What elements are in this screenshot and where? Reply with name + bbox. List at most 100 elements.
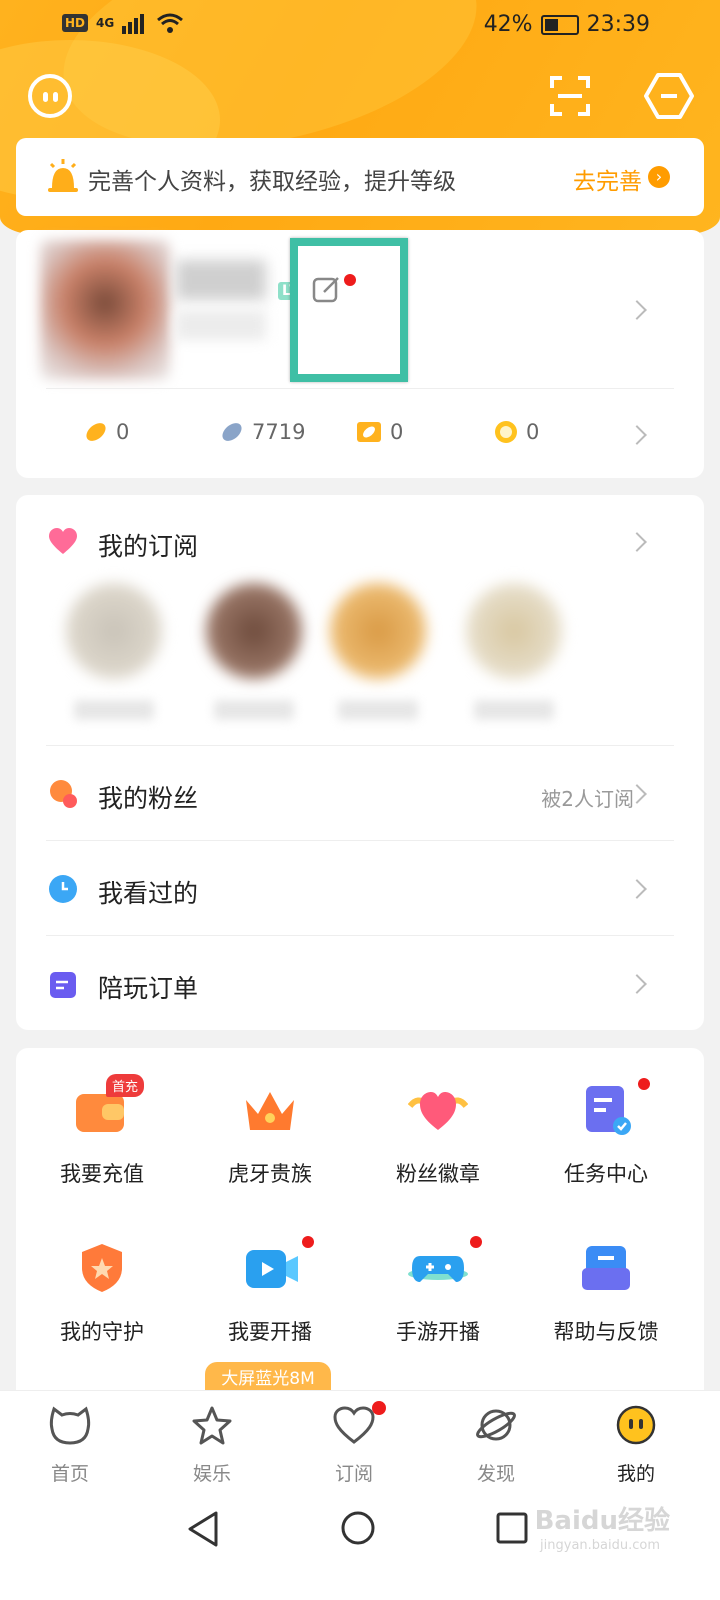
first-recharge-tag: 首充 xyxy=(106,1074,145,1097)
notification-dot xyxy=(344,274,356,286)
task-icon xyxy=(586,1086,631,1135)
battery-percent: 42% xyxy=(483,12,533,37)
heart-icon xyxy=(333,1406,375,1444)
history-label[interactable]: 我看过的 xyxy=(98,874,198,910)
stat-gold-bean[interactable]: 0 xyxy=(84,420,129,444)
settings-hex-icon[interactable] xyxy=(644,72,694,120)
chevron-right-icon[interactable] xyxy=(627,974,647,994)
heart-badge-icon xyxy=(407,1092,469,1130)
grid-item-help-feedback[interactable]: 帮助与反馈 xyxy=(520,1240,692,1346)
order-icon xyxy=(50,972,76,998)
divider xyxy=(46,745,674,746)
complete-profile-banner[interactable]: 完善个人资料，获取经验，提升等级 去完善 › xyxy=(16,138,704,216)
gamepad-icon xyxy=(408,1256,468,1282)
subscribed-avatar[interactable] xyxy=(206,583,302,679)
bell-lamp-icon xyxy=(48,159,78,192)
avatar[interactable] xyxy=(40,240,170,380)
eye-left xyxy=(43,92,48,102)
watermark-logo: Baidu经验 xyxy=(534,1506,670,1536)
grid-item-fan-badge[interactable]: 粉丝徽章 xyxy=(352,1082,524,1188)
subscribed-avatar[interactable] xyxy=(466,583,562,679)
grid-label: 我要开播 xyxy=(228,1320,312,1344)
subscribed-name-blurred xyxy=(74,700,154,720)
username-blurred xyxy=(176,260,266,300)
feature-grid-card: 首充 我要充值 虎牙贵族 粉丝徽章 任务中心 我的守护 我要开播 手游开播 帮助… xyxy=(16,1048,704,1408)
subscribed-avatar[interactable] xyxy=(66,583,162,679)
tab-label: 我的 xyxy=(616,1463,655,1485)
shield-icon xyxy=(82,1244,122,1292)
ticket-icon xyxy=(357,422,381,442)
orders-label[interactable]: 陪玩订单 xyxy=(98,969,198,1005)
chevron-right-icon[interactable] xyxy=(627,425,647,445)
star-icon xyxy=(192,1406,232,1445)
user-id-blurred xyxy=(176,310,266,340)
hd-badge: HD xyxy=(62,14,89,32)
divider xyxy=(46,935,674,936)
stat-silver-bean[interactable]: 7719 xyxy=(220,420,305,444)
grid-item-start-live[interactable]: 我要开播 xyxy=(184,1236,356,1346)
top-toolbar xyxy=(0,70,720,126)
crown-icon xyxy=(246,1092,294,1130)
me-icon xyxy=(616,1405,656,1445)
notification-dot xyxy=(638,1078,650,1090)
chevron-right-icon[interactable] xyxy=(627,532,647,552)
banner-text: 完善个人资料，获取经验，提升等级 xyxy=(88,169,456,195)
stat-coin[interactable]: 0 xyxy=(494,420,539,444)
edit-profile-highlight[interactable] xyxy=(290,238,408,382)
tab-label: 娱乐 xyxy=(192,1463,231,1485)
chevron-right-icon[interactable] xyxy=(627,300,647,320)
stat-value: 0 xyxy=(390,420,404,444)
scan-icon[interactable] xyxy=(550,76,590,116)
tab-home[interactable]: 首页 xyxy=(20,1405,120,1486)
grid-item-recharge[interactable]: 首充 我要充值 xyxy=(16,1074,188,1188)
battery-icon xyxy=(540,14,579,35)
tab-me[interactable]: 我的 xyxy=(586,1405,686,1486)
grid-label: 手游开播 xyxy=(396,1320,480,1344)
subscribed-avatar[interactable] xyxy=(330,583,426,679)
tab-entertainment[interactable]: 娱乐 xyxy=(162,1405,262,1486)
subscribed-name-blurred xyxy=(214,700,294,720)
grid-item-nobility[interactable]: 虎牙贵族 xyxy=(184,1082,356,1188)
grid-item-guard[interactable]: 我的守护 xyxy=(16,1240,188,1346)
coin-icon xyxy=(495,421,517,443)
back-icon[interactable] xyxy=(186,1510,220,1548)
grid-label: 帮助与反馈 xyxy=(553,1320,659,1344)
fans-label[interactable]: 我的粉丝 xyxy=(98,779,198,815)
tab-label: 订阅 xyxy=(334,1463,373,1485)
battery-fill xyxy=(544,18,558,31)
arrow-right-icon[interactable]: › xyxy=(648,166,670,188)
grid-item-task-center[interactable]: 任务中心 xyxy=(520,1078,692,1188)
edit-icon[interactable] xyxy=(312,274,342,304)
subscribed-name-blurred xyxy=(474,700,554,720)
status-bar: HD 4G 42% 23:39 xyxy=(0,0,720,50)
grid-item-mobile-game-live[interactable]: 手游开播 xyxy=(352,1236,524,1346)
clock-icon xyxy=(49,875,77,903)
silver-bean-icon xyxy=(222,423,242,441)
stat-value: 7719 xyxy=(252,420,306,444)
divider xyxy=(46,388,674,389)
banner-action-link[interactable]: 去完善 xyxy=(573,162,642,196)
recents-square-icon[interactable] xyxy=(496,1512,528,1544)
subscription-card: 我的订阅 我的粉丝 被2人订阅 我看过的 陪玩订单 xyxy=(16,495,704,1030)
eye-right xyxy=(53,92,58,102)
signal-icon xyxy=(122,14,145,34)
watermark-url: jingyan.baidu.com xyxy=(540,1538,660,1553)
tab-label: 首页 xyxy=(50,1463,89,1485)
tab-subscribe[interactable]: 订阅 xyxy=(304,1401,404,1486)
divider xyxy=(46,840,674,841)
grid-label: 任务中心 xyxy=(564,1162,648,1186)
profile-card: LV 0 7719 0 0 xyxy=(16,230,704,478)
heart-icon xyxy=(49,528,77,554)
chat-bot-icon[interactable] xyxy=(28,74,72,118)
stat-ticket[interactable]: 0 xyxy=(356,420,403,444)
subscription-title[interactable]: 我的订阅 xyxy=(98,527,198,563)
notification-dot xyxy=(302,1236,314,1248)
notification-dot xyxy=(470,1236,482,1248)
grid-label: 我要充值 xyxy=(60,1162,144,1186)
planet-icon xyxy=(476,1409,516,1441)
chevron-right-icon[interactable] xyxy=(627,879,647,899)
grid-label: 我的守护 xyxy=(60,1320,144,1344)
tab-discover[interactable]: 发现 xyxy=(446,1405,546,1486)
home-circle-icon[interactable] xyxy=(340,1510,376,1546)
grid-label: 粉丝徽章 xyxy=(396,1162,480,1186)
